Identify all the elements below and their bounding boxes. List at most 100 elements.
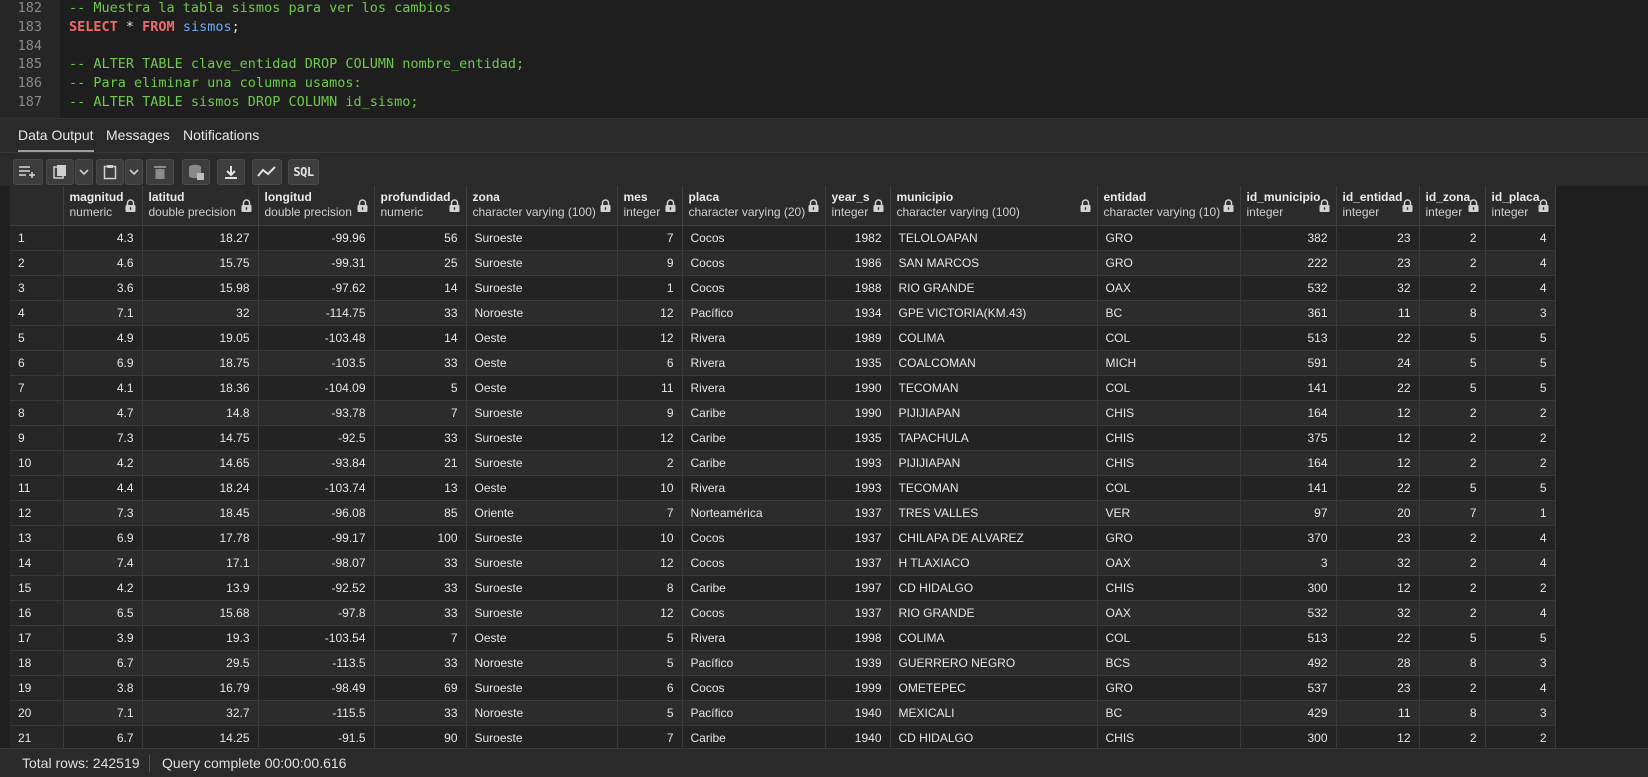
- cell-id-municipio[interactable]: 513: [1240, 325, 1337, 351]
- cell-latitud[interactable]: 15.98: [142, 275, 259, 301]
- cell-magnitud[interactable]: 6.9: [63, 350, 143, 376]
- cell-id-entidad[interactable]: 23: [1336, 525, 1420, 551]
- cell-municipio[interactable]: CD HIDALGO: [890, 575, 1098, 601]
- column-header-entidad[interactable]: entidad character varying (10): [1097, 186, 1241, 226]
- cell-profundidad[interactable]: 14: [374, 275, 467, 301]
- table-row[interactable]: 13 6.9 17.78 -99.17 100 Suroeste 10 Cocos 1937 CH…: [10, 525, 1556, 551]
- cell-latitud[interactable]: 18.75: [142, 350, 259, 376]
- cell-zona[interactable]: Oeste: [466, 350, 618, 376]
- cell-entidad[interactable]: BC: [1097, 700, 1241, 726]
- cell-id-entidad[interactable]: 23: [1336, 225, 1420, 251]
- column-header-latitud[interactable]: latitud double precision: [142, 186, 259, 226]
- cell-id-entidad[interactable]: 28: [1336, 650, 1420, 676]
- cell-id-placa[interactable]: 2: [1485, 425, 1556, 451]
- row-number[interactable]: 1: [10, 225, 64, 251]
- cell-year-s[interactable]: 1934: [825, 300, 891, 326]
- tab-data-output[interactable]: Data Output: [18, 119, 94, 152]
- cell-longitud[interactable]: -92.52: [258, 575, 375, 601]
- cell-municipio[interactable]: RIO GRANDE: [890, 275, 1098, 301]
- table-row[interactable]: 17 3.9 19.3 -103.54 7 Oeste 5 Rivera 1998 COLIMA C…: [10, 625, 1556, 651]
- cell-longitud[interactable]: -97.8: [258, 600, 375, 626]
- cell-latitud[interactable]: 32.7: [142, 700, 259, 726]
- cell-entidad[interactable]: COL: [1097, 325, 1241, 351]
- cell-id-municipio[interactable]: 382: [1240, 225, 1337, 251]
- column-header-municipio[interactable]: municipio character varying (100): [890, 186, 1098, 226]
- cell-id-municipio[interactable]: 375: [1240, 425, 1337, 451]
- cell-id-zona[interactable]: 2: [1419, 575, 1486, 601]
- cell-id-municipio[interactable]: 222: [1240, 250, 1337, 276]
- cell-latitud[interactable]: 18.24: [142, 475, 259, 501]
- cell-profundidad[interactable]: 13: [374, 475, 467, 501]
- cell-entidad[interactable]: GRO: [1097, 525, 1241, 551]
- cell-mes[interactable]: 9: [617, 250, 683, 276]
- column-header-id-entidad[interactable]: id_entidad integer: [1336, 186, 1420, 226]
- cell-municipio[interactable]: RIO GRANDE: [890, 600, 1098, 626]
- cell-id-entidad[interactable]: 22: [1336, 325, 1420, 351]
- cell-mes[interactable]: 9: [617, 400, 683, 426]
- cell-magnitud[interactable]: 7.3: [63, 425, 143, 451]
- cell-longitud[interactable]: -93.84: [258, 450, 375, 476]
- cell-magnitud[interactable]: 7.3: [63, 500, 143, 526]
- cell-entidad[interactable]: MICH: [1097, 350, 1241, 376]
- cell-entidad[interactable]: CHIS: [1097, 400, 1241, 426]
- cell-municipio[interactable]: COLIMA: [890, 325, 1098, 351]
- cell-zona[interactable]: Suroeste: [466, 400, 618, 426]
- cell-id-municipio[interactable]: 97: [1240, 500, 1337, 526]
- paste-icon[interactable]: [96, 159, 124, 185]
- cell-id-placa[interactable]: 2: [1485, 725, 1556, 748]
- cell-id-municipio[interactable]: 492: [1240, 650, 1337, 676]
- cell-entidad[interactable]: OAX: [1097, 275, 1241, 301]
- cell-year-s[interactable]: 1988: [825, 275, 891, 301]
- cell-id-municipio[interactable]: 141: [1240, 375, 1337, 401]
- cell-latitud[interactable]: 17.78: [142, 525, 259, 551]
- cell-id-placa[interactable]: 5: [1485, 475, 1556, 501]
- cell-mes[interactable]: 11: [617, 375, 683, 401]
- copy-icon[interactable]: [46, 159, 74, 185]
- cell-entidad[interactable]: COL: [1097, 475, 1241, 501]
- row-number[interactable]: 10: [10, 450, 64, 476]
- cell-placa[interactable]: Rivera: [682, 350, 826, 376]
- column-header-magnitud[interactable]: magnitud numeric: [63, 186, 143, 226]
- cell-id-placa[interactable]: 4: [1485, 675, 1556, 701]
- cell-profundidad[interactable]: 69: [374, 675, 467, 701]
- cell-entidad[interactable]: BCS: [1097, 650, 1241, 676]
- cell-magnitud[interactable]: 6.9: [63, 525, 143, 551]
- cell-year-s[interactable]: 1989: [825, 325, 891, 351]
- cell-profundidad[interactable]: 33: [374, 700, 467, 726]
- cell-id-entidad[interactable]: 22: [1336, 375, 1420, 401]
- cell-id-placa[interactable]: 4: [1485, 600, 1556, 626]
- cell-longitud[interactable]: -92.5: [258, 425, 375, 451]
- cell-mes[interactable]: 6: [617, 675, 683, 701]
- cell-mes[interactable]: 12: [617, 425, 683, 451]
- cell-placa[interactable]: Caribe: [682, 725, 826, 748]
- cell-id-placa[interactable]: 5: [1485, 375, 1556, 401]
- table-row[interactable]: 12 7.3 18.45 -96.08 85 Oriente 7 Norteamérica 19…: [10, 500, 1556, 526]
- table-row[interactable]: 20 7.1 32.7 -115.5 33 Noroeste 5 Pacífico 1940 ME…: [10, 700, 1556, 726]
- cell-magnitud[interactable]: 4.4: [63, 475, 143, 501]
- cell-id-zona[interactable]: 2: [1419, 550, 1486, 576]
- table-row[interactable]: 18 6.7 29.5 -113.5 33 Noroeste 5 Pacífico 1939 GU…: [10, 650, 1556, 676]
- cell-profundidad[interactable]: 33: [374, 550, 467, 576]
- cell-zona[interactable]: Oeste: [466, 325, 618, 351]
- cell-id-zona[interactable]: 2: [1419, 275, 1486, 301]
- cell-placa[interactable]: Caribe: [682, 400, 826, 426]
- cell-municipio[interactable]: TRES VALLES: [890, 500, 1098, 526]
- cell-magnitud[interactable]: 7.4: [63, 550, 143, 576]
- cell-mes[interactable]: 12: [617, 550, 683, 576]
- cell-year-s[interactable]: 1998: [825, 625, 891, 651]
- cell-municipio[interactable]: OMETEPEC: [890, 675, 1098, 701]
- cell-mes[interactable]: 8: [617, 575, 683, 601]
- cell-longitud[interactable]: -99.17: [258, 525, 375, 551]
- cell-latitud[interactable]: 19.05: [142, 325, 259, 351]
- cell-id-municipio[interactable]: 300: [1240, 575, 1337, 601]
- cell-year-s[interactable]: 1999: [825, 675, 891, 701]
- cell-id-zona[interactable]: 8: [1419, 700, 1486, 726]
- cell-id-placa[interactable]: 4: [1485, 275, 1556, 301]
- cell-zona[interactable]: Suroeste: [466, 225, 618, 251]
- row-number[interactable]: 7: [10, 375, 64, 401]
- cell-mes[interactable]: 2: [617, 450, 683, 476]
- cell-id-zona[interactable]: 2: [1419, 250, 1486, 276]
- cell-placa[interactable]: Caribe: [682, 425, 826, 451]
- row-number[interactable]: 8: [10, 400, 64, 426]
- code-line[interactable]: 187 -- ALTER TABLE sismos DROP COLUMN id_…: [0, 92, 1648, 112]
